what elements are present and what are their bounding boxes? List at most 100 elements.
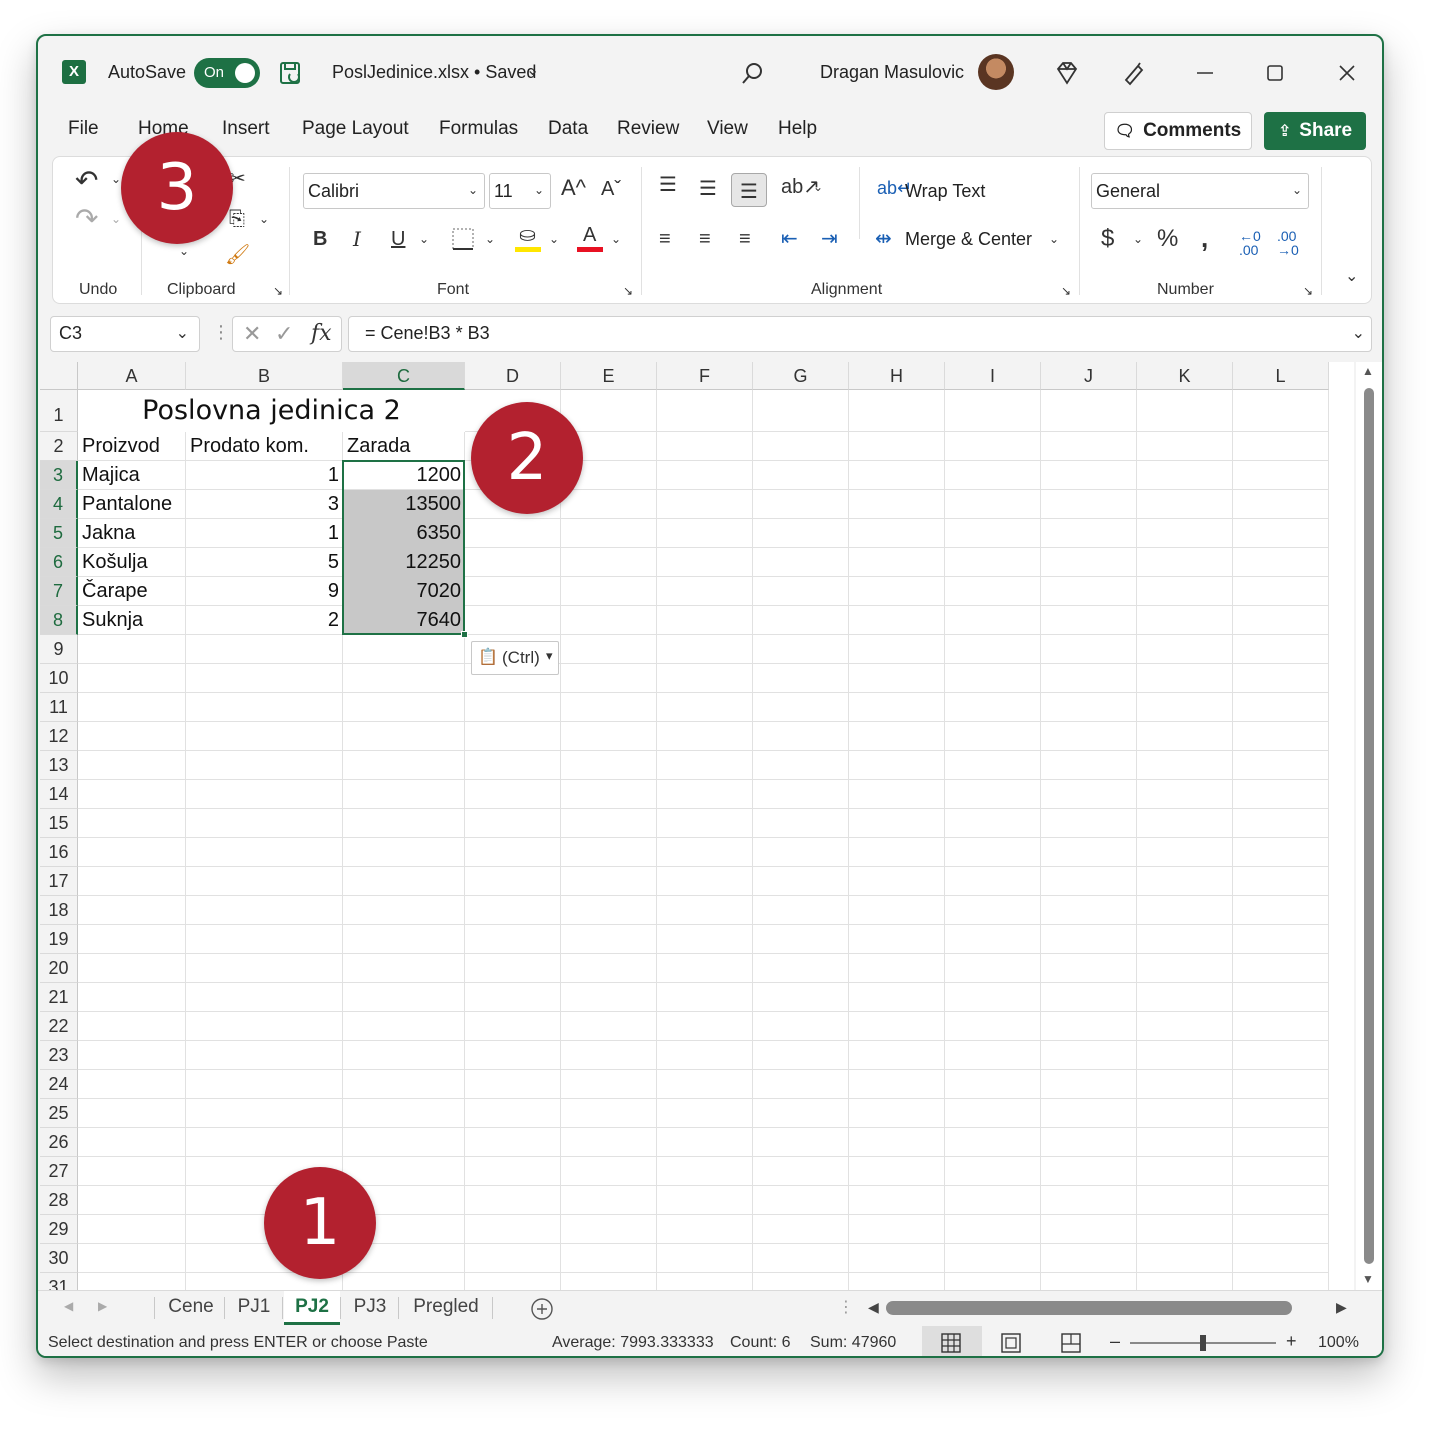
sheet-tab-pregled[interactable]: Pregled	[400, 1291, 492, 1325]
row-header[interactable]: 3	[40, 461, 78, 490]
column-header-b[interactable]: B	[186, 362, 343, 390]
row-header[interactable]: 10	[40, 664, 78, 693]
cell-b3[interactable]: 1	[190, 461, 339, 490]
borders-icon[interactable]	[451, 227, 475, 251]
status-sum[interactable]: Sum: 47960	[810, 1334, 896, 1352]
status-average[interactable]: Average: 7993.333333	[552, 1334, 714, 1352]
tab-data[interactable]: Data	[548, 118, 588, 140]
zoom-in-icon[interactable]: +	[1286, 1331, 1297, 1352]
zoom-slider[interactable]	[1130, 1335, 1276, 1351]
sheet-tab-cene[interactable]: Cene	[158, 1291, 224, 1325]
row-header[interactable]: 27	[40, 1157, 78, 1186]
align-right-icon[interactable]: ≡	[739, 229, 751, 249]
share-button[interactable]: ⇪ Share	[1264, 112, 1366, 150]
fill-color-icon[interactable]: ⛀	[515, 225, 543, 253]
increase-decimal-icon[interactable]: ←0.00	[1239, 229, 1261, 257]
sheet-tab-pj2[interactable]: PJ2	[284, 1291, 340, 1325]
underline-icon[interactable]: U	[391, 229, 405, 249]
sheet-tab-pj1[interactable]: PJ1	[226, 1291, 282, 1325]
font-color-dropdown-icon[interactable]: ⌄	[611, 233, 621, 245]
cell-b2[interactable]: Prodato kom.	[190, 432, 339, 461]
next-sheet-icon[interactable]: ▶	[98, 1299, 107, 1313]
cell-a2[interactable]: Proizvod	[82, 432, 182, 461]
align-center-icon[interactable]: ≡	[699, 229, 711, 249]
expand-formula-bar-icon[interactable]: ⌄	[1352, 323, 1365, 343]
fill-handle[interactable]	[461, 631, 468, 638]
row-header[interactable]: 16	[40, 838, 78, 867]
column-header-l[interactable]: L	[1233, 362, 1329, 390]
zoom-level[interactable]: 100%	[1318, 1334, 1359, 1352]
percent-icon[interactable]: %	[1157, 227, 1178, 251]
decrease-indent-icon[interactable]: ⇤	[781, 229, 798, 249]
cell-a5[interactable]: Jakna	[82, 519, 182, 548]
cancel-icon[interactable]: ✕	[243, 321, 261, 347]
column-header-k[interactable]: K	[1137, 362, 1233, 390]
merge-center-button[interactable]: Merge & Center	[905, 229, 1032, 250]
user-name[interactable]: Dragan Masulovic	[820, 62, 964, 83]
comma-style-icon[interactable]: ,	[1201, 225, 1208, 251]
bold-icon[interactable]: B	[313, 229, 327, 249]
name-box[interactable]: C3 ⌄	[50, 316, 200, 352]
zoom-out-icon[interactable]: –	[1110, 1331, 1120, 1352]
cell-b7[interactable]: 9	[190, 577, 339, 606]
minimize-icon[interactable]	[1190, 58, 1220, 88]
font-color-icon[interactable]: A	[577, 225, 605, 253]
dialog-launcher-icon[interactable]: ↘	[1303, 285, 1313, 297]
row-header[interactable]: 13	[40, 751, 78, 780]
row-header[interactable]: 7	[40, 577, 78, 606]
tab-split-grip-icon[interactable]: ⋮	[838, 1297, 854, 1317]
tab-page-layout[interactable]: Page Layout	[302, 118, 409, 140]
cell-b5[interactable]: 1	[190, 519, 339, 548]
formula-bar-grip-icon[interactable]: ⋮	[212, 322, 230, 343]
cell-a7[interactable]: Čarape	[82, 577, 182, 606]
page-layout-view-icon[interactable]	[1000, 1332, 1022, 1354]
tab-insert[interactable]: Insert	[222, 118, 270, 140]
tab-view[interactable]: View	[707, 118, 748, 140]
autosave-toggle[interactable]: On	[194, 58, 260, 88]
row-header[interactable]: 31	[40, 1273, 78, 1290]
row-header[interactable]: 15	[40, 809, 78, 838]
row-header[interactable]: 6	[40, 548, 78, 577]
row-header[interactable]: 8	[40, 606, 78, 635]
currency-dropdown-icon[interactable]: ⌄	[1133, 233, 1143, 245]
row-header[interactable]: 14	[40, 780, 78, 809]
font-size-select[interactable]: 11 ⌄	[489, 173, 551, 209]
currency-icon[interactable]: $	[1101, 227, 1114, 251]
row-header[interactable]: 30	[40, 1244, 78, 1273]
row-header[interactable]: 20	[40, 954, 78, 983]
status-count[interactable]: Count: 6	[730, 1334, 790, 1352]
increase-indent-icon[interactable]: ⇥	[821, 229, 838, 249]
cell-b4[interactable]: 3	[190, 490, 339, 519]
vertical-scrollbar[interactable]: ▲ ▼	[1356, 362, 1382, 1290]
dialog-launcher-icon[interactable]: ↘	[1061, 285, 1071, 297]
wrap-text-button[interactable]: Wrap Text	[905, 181, 985, 202]
add-sheet-icon[interactable]	[530, 1297, 554, 1321]
column-header-a[interactable]: A	[78, 362, 186, 390]
fill-color-dropdown-icon[interactable]: ⌄	[549, 233, 559, 245]
orientation-dropdown-icon[interactable]: ⌄	[813, 181, 823, 193]
row-header[interactable]: 25	[40, 1099, 78, 1128]
sheet-title[interactable]: Poslovna jedinica 2	[78, 390, 465, 432]
column-header-h[interactable]: H	[849, 362, 945, 390]
scroll-up-icon[interactable]: ▲	[1362, 364, 1374, 378]
column-header-f[interactable]: F	[657, 362, 753, 390]
scroll-left-icon[interactable]: ◀	[868, 1299, 879, 1316]
undo-icon[interactable]: ↶	[75, 167, 98, 195]
cell-a4[interactable]: Pantalone	[82, 490, 182, 519]
formula-input[interactable]: = Cene!B3 * B3 ⌄	[348, 316, 1372, 352]
column-header-g[interactable]: G	[753, 362, 849, 390]
save-sync-icon[interactable]	[278, 60, 304, 86]
align-middle-icon[interactable]: ☰	[699, 179, 717, 199]
insert-function-icon[interactable]: fx	[311, 321, 332, 346]
redo-dropdown-icon[interactable]: ⌄	[111, 213, 121, 225]
prev-sheet-icon[interactable]: ◀	[64, 1299, 73, 1313]
cell-c2[interactable]: Zarada	[347, 432, 461, 461]
number-format-select[interactable]: General ⌄	[1091, 173, 1309, 209]
decrease-font-size-icon[interactable]: Aˇ	[601, 179, 621, 199]
row-header[interactable]: 29	[40, 1215, 78, 1244]
redo-icon[interactable]: ↷	[75, 205, 98, 233]
comments-button[interactable]: 🗨 Comments	[1104, 112, 1252, 150]
row-header[interactable]: 23	[40, 1041, 78, 1070]
tab-help[interactable]: Help	[778, 118, 817, 140]
horizontal-scroll-thumb[interactable]	[886, 1301, 1292, 1315]
